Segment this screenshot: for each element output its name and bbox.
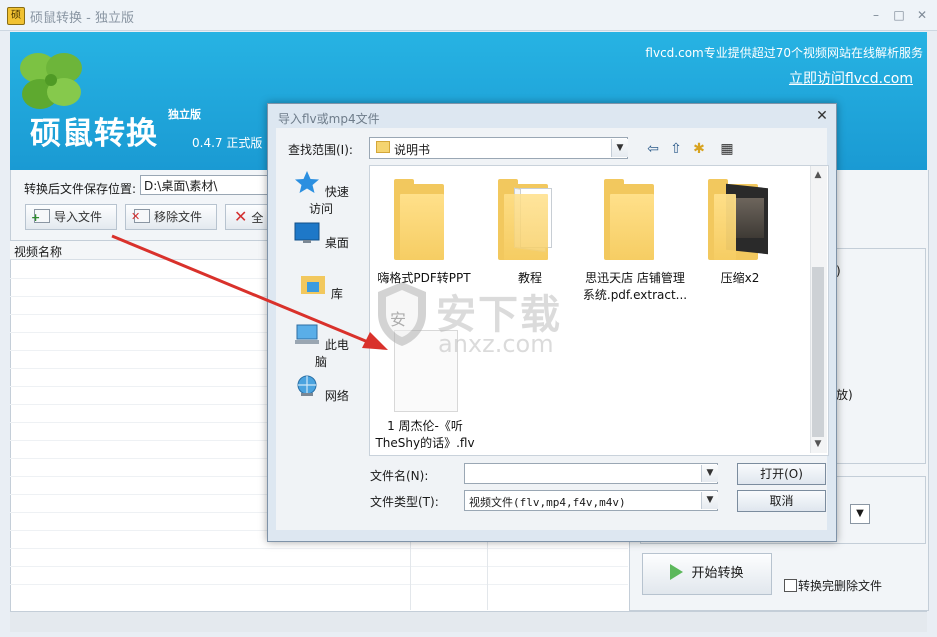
remove-file-icon: ✕	[131, 209, 150, 223]
clear-all-label: 全	[251, 211, 264, 225]
scroll-up-button[interactable]: ▲	[812, 169, 824, 181]
view-menu-icon[interactable]: ▦	[714, 141, 740, 157]
folder-media-icon[interactable]	[708, 179, 768, 260]
save-path-field[interactable]: D:\桌面\素材\	[140, 175, 270, 195]
import-file-label: 导入文件	[54, 210, 103, 224]
scroll-down-button[interactable]: ▼	[812, 438, 824, 450]
delete-after-convert-checkbox[interactable]	[784, 579, 797, 592]
window-title: 硕鼠转换 - 独立版	[30, 11, 134, 26]
folder-item-icon[interactable]	[604, 179, 654, 260]
place-label: 库	[330, 287, 343, 301]
delete-after-convert-label: 转换完删除文件	[798, 579, 883, 593]
edition-label: 独立版	[168, 108, 201, 121]
folder-item-icon[interactable]	[394, 179, 444, 260]
file-item-name[interactable]: TheShy的话》.flv	[372, 435, 478, 452]
slogan-text: flvcd.com专业提供超过70个视频网站在线解析服务	[645, 46, 923, 60]
place-quick-access[interactable]: 快速访问	[290, 170, 352, 217]
title-bar	[0, 0, 937, 31]
file-name-dropdown-button[interactable]: ▼	[701, 465, 718, 482]
minimize-button[interactable]: –	[866, 6, 886, 24]
clover-logo-icon	[20, 53, 82, 109]
place-desktop[interactable]: 桌面	[290, 221, 352, 251]
file-item-name[interactable]: 1 周杰伦-《听	[372, 418, 478, 435]
star-icon	[295, 171, 320, 193]
look-in-label: 查找范围(I):	[288, 143, 353, 157]
library-icon	[301, 276, 326, 294]
import-file-button[interactable]: + 导入文件	[25, 204, 117, 230]
settings-text-fragment: 放)	[836, 388, 853, 402]
file-item-name[interactable]: 压缩x2	[690, 270, 790, 287]
file-item-name[interactable]: 思迅天店 店铺管理	[580, 270, 690, 287]
scrollbar-thumb[interactable]	[812, 267, 824, 437]
clear-all-button[interactable]: ✕ 全	[225, 204, 269, 230]
visit-flvcd-link[interactable]: 立即访问flvcd.com	[789, 68, 913, 88]
new-folder-icon[interactable]: ✱	[691, 141, 707, 157]
remove-file-button[interactable]: ✕ 移除文件	[125, 204, 217, 230]
file-type-dropdown-button[interactable]: ▼	[701, 492, 718, 509]
list-row-divider	[10, 584, 628, 585]
file-name-input[interactable]	[464, 463, 718, 484]
folder-icon	[376, 141, 390, 153]
maximize-button[interactable]: □	[889, 6, 909, 24]
cancel-button[interactable]: 取消	[737, 490, 826, 512]
version-label: 0.4.7 正式版	[192, 136, 263, 150]
start-convert-label: 开始转换	[691, 566, 744, 581]
column-header-video-name[interactable]: 视频名称	[14, 243, 62, 260]
open-button[interactable]: 打开(O)	[737, 463, 826, 485]
folder-docs-icon[interactable]	[498, 179, 552, 260]
watermark-url: anxz.com	[438, 330, 554, 358]
dialog-close-button[interactable]: ✕	[814, 108, 830, 124]
place-network[interactable]: 网络	[290, 374, 352, 404]
add-file-icon: +	[31, 209, 50, 224]
dialog-title: 导入flv或mp4文件	[278, 112, 380, 126]
place-library[interactable]: 库	[290, 272, 352, 302]
save-location-label: 转换后文件保存位置:	[24, 182, 137, 196]
status-bar	[10, 611, 927, 632]
watermark-shield-text: 安	[390, 310, 407, 329]
up-folder-icon[interactable]: ⇧	[668, 141, 684, 157]
close-button[interactable]: ✕	[912, 6, 932, 24]
computer-icon	[295, 324, 320, 344]
file-type-label: 文件类型(T):	[370, 495, 439, 509]
place-this-pc[interactable]: 此电脑	[290, 323, 352, 370]
app-name: 硕鼠转换	[30, 116, 158, 152]
back-icon[interactable]: ⇦	[645, 141, 661, 157]
file-item-name[interactable]: 系统.pdf.extract...	[580, 287, 690, 304]
place-label: 网络	[324, 389, 349, 403]
start-convert-button[interactable]: 开始转换	[642, 553, 772, 595]
list-row-divider	[10, 566, 628, 567]
look-in-dropdown-button[interactable]: ▼	[611, 139, 628, 157]
clear-icon: ✕	[234, 207, 248, 226]
remove-file-label: 移除文件	[154, 210, 203, 224]
place-label: 此电脑	[314, 338, 349, 369]
list-col-divider	[487, 540, 488, 610]
file-type-value: 视频文件(flv,mp4,f4v,m4v)	[469, 496, 626, 509]
list-row-divider	[10, 548, 628, 549]
place-label: 桌面	[324, 236, 349, 250]
file-name-label: 文件名(N):	[370, 469, 429, 483]
app-icon: 硕	[7, 7, 25, 25]
desktop-icon	[294, 222, 320, 243]
look-in-value: 说明书	[394, 143, 431, 157]
play-icon	[670, 564, 684, 580]
network-icon	[297, 375, 317, 396]
format-dropdown-button[interactable]: ▼	[850, 504, 870, 524]
list-col-divider	[410, 540, 411, 610]
